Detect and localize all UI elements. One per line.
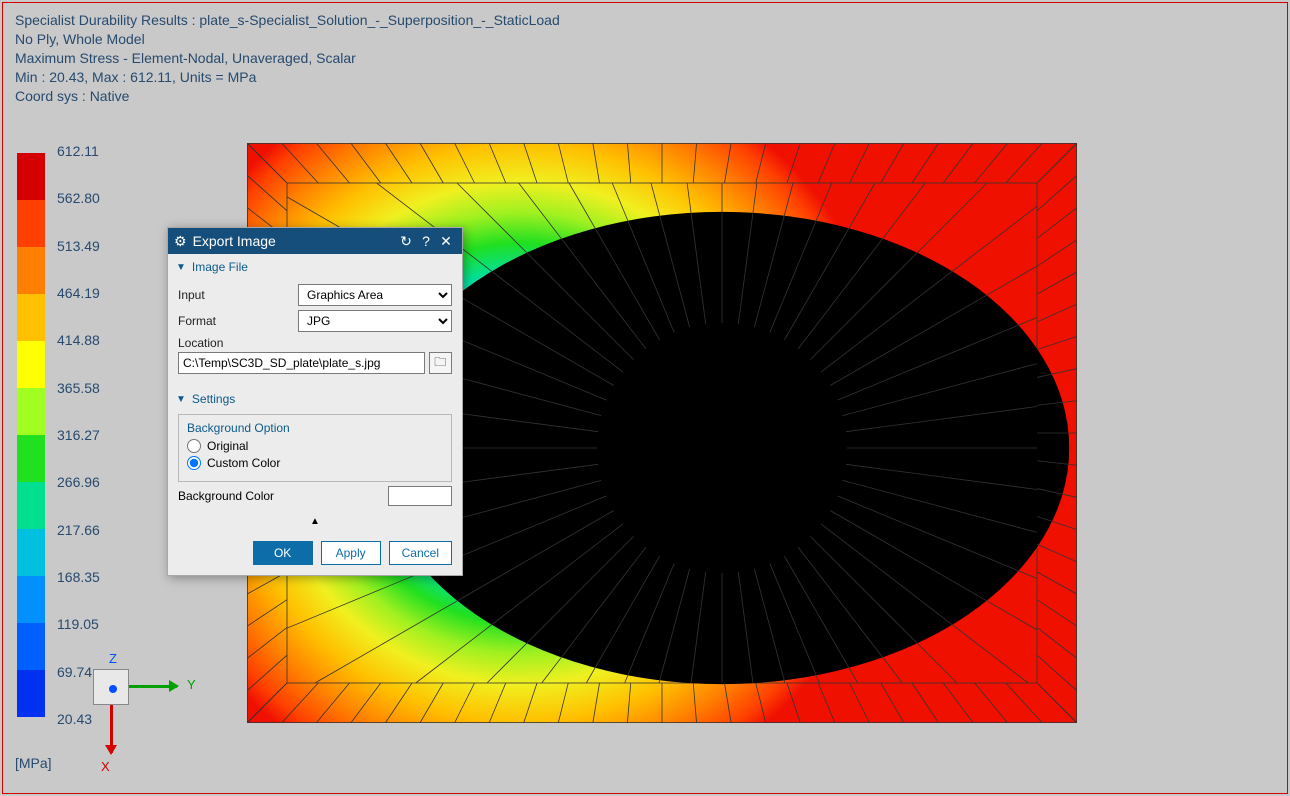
browse-button[interactable]: 🗀 <box>429 352 453 374</box>
dialog-title-text: Export Image <box>193 233 276 249</box>
legend-value: 414.88 <box>57 332 100 348</box>
section-image-file[interactable]: ▼ Image File <box>168 254 462 278</box>
background-color-label: Background Color <box>178 489 388 503</box>
location-input[interactable] <box>178 352 425 374</box>
close-icon[interactable]: ✕ <box>436 233 456 250</box>
legend-segment <box>17 529 45 576</box>
section-settings[interactable]: ▼ Settings <box>168 386 462 410</box>
viewport: Specialist Durability Results : plate_s-… <box>2 2 1288 794</box>
input-label: Input <box>178 288 298 302</box>
folder-icon: 🗀 <box>434 353 446 374</box>
header-line-5: Coord sys : Native <box>15 87 560 106</box>
location-label: Location <box>178 336 223 350</box>
legend-segment <box>17 623 45 670</box>
legend-value: 119.05 <box>57 616 100 632</box>
cancel-button[interactable]: Cancel <box>389 541 452 565</box>
format-label: Format <box>178 314 298 328</box>
legend-unit: [MPa] <box>15 755 52 771</box>
triad-box[interactable] <box>93 669 129 705</box>
legend-segment <box>17 294 45 341</box>
ok-button[interactable]: OK <box>253 541 313 565</box>
view-triad[interactable]: Z Y X <box>93 669 183 759</box>
legend-segment <box>17 247 45 294</box>
radio-custom-color-label: Custom Color <box>207 456 280 470</box>
dialog-titlebar[interactable]: ⚙ Export Image ↻ ? ✕ <box>168 228 462 254</box>
legend-segment <box>17 200 45 247</box>
header-line-4: Min : 20.43, Max : 612.11, Units = MPa <box>15 68 560 87</box>
header-line-1: Specialist Durability Results : plate_s-… <box>15 11 560 30</box>
apply-button[interactable]: Apply <box>321 541 381 565</box>
legend-segment <box>17 435 45 482</box>
collapse-handle[interactable]: ▲ <box>168 514 462 533</box>
triad-x-label: X <box>101 759 110 774</box>
header-line-2: No Ply, Whole Model <box>15 30 560 49</box>
radio-custom-color[interactable] <box>187 456 201 470</box>
legend-value: 266.96 <box>57 474 100 490</box>
legend-segment <box>17 341 45 388</box>
legend-segment <box>17 576 45 623</box>
format-select[interactable]: JPG <box>298 310 452 332</box>
background-color-swatch[interactable] <box>388 486 452 506</box>
chevron-down-icon: ▼ <box>176 394 186 405</box>
triad-x-arrow-icon <box>110 705 113 753</box>
input-select[interactable]: Graphics Area <box>298 284 452 306</box>
radio-original[interactable] <box>187 439 201 453</box>
header-line-3: Maximum Stress - Element-Nodal, Unaverag… <box>15 49 560 68</box>
legend-value: 464.19 <box>57 285 100 301</box>
gear-icon: ⚙ <box>174 233 187 250</box>
help-icon[interactable]: ? <box>416 233 436 249</box>
triad-y-arrow-icon <box>129 685 177 688</box>
legend-value: 612.11 <box>57 143 100 159</box>
triad-y-label: Y <box>187 677 196 692</box>
legend-value: 365.58 <box>57 380 100 396</box>
legend-value: 513.49 <box>57 238 100 254</box>
chevron-down-icon: ▼ <box>176 262 186 273</box>
legend-segment <box>17 482 45 529</box>
section-image-file-label: Image File <box>192 260 248 274</box>
legend-value: 316.27 <box>57 427 100 443</box>
section-settings-label: Settings <box>192 392 235 406</box>
triad-z-label: Z <box>109 651 117 666</box>
background-option-title: Background Option <box>187 421 443 435</box>
triad-z-dot-icon <box>109 685 117 693</box>
reset-icon[interactable]: ↻ <box>396 233 416 250</box>
legend-segment <box>17 388 45 435</box>
result-header: Specialist Durability Results : plate_s-… <box>15 11 560 105</box>
export-image-dialog: ⚙ Export Image ↻ ? ✕ ▼ Image File Input … <box>167 227 463 576</box>
legend-segment <box>17 153 45 200</box>
background-option-group: Background Option Original Custom Color <box>178 414 452 482</box>
legend-segment <box>17 670 45 717</box>
legend-value: 168.35 <box>57 569 100 585</box>
legend-value: 217.66 <box>57 522 100 538</box>
legend-value: 562.80 <box>57 190 100 206</box>
radio-original-label: Original <box>207 439 248 453</box>
